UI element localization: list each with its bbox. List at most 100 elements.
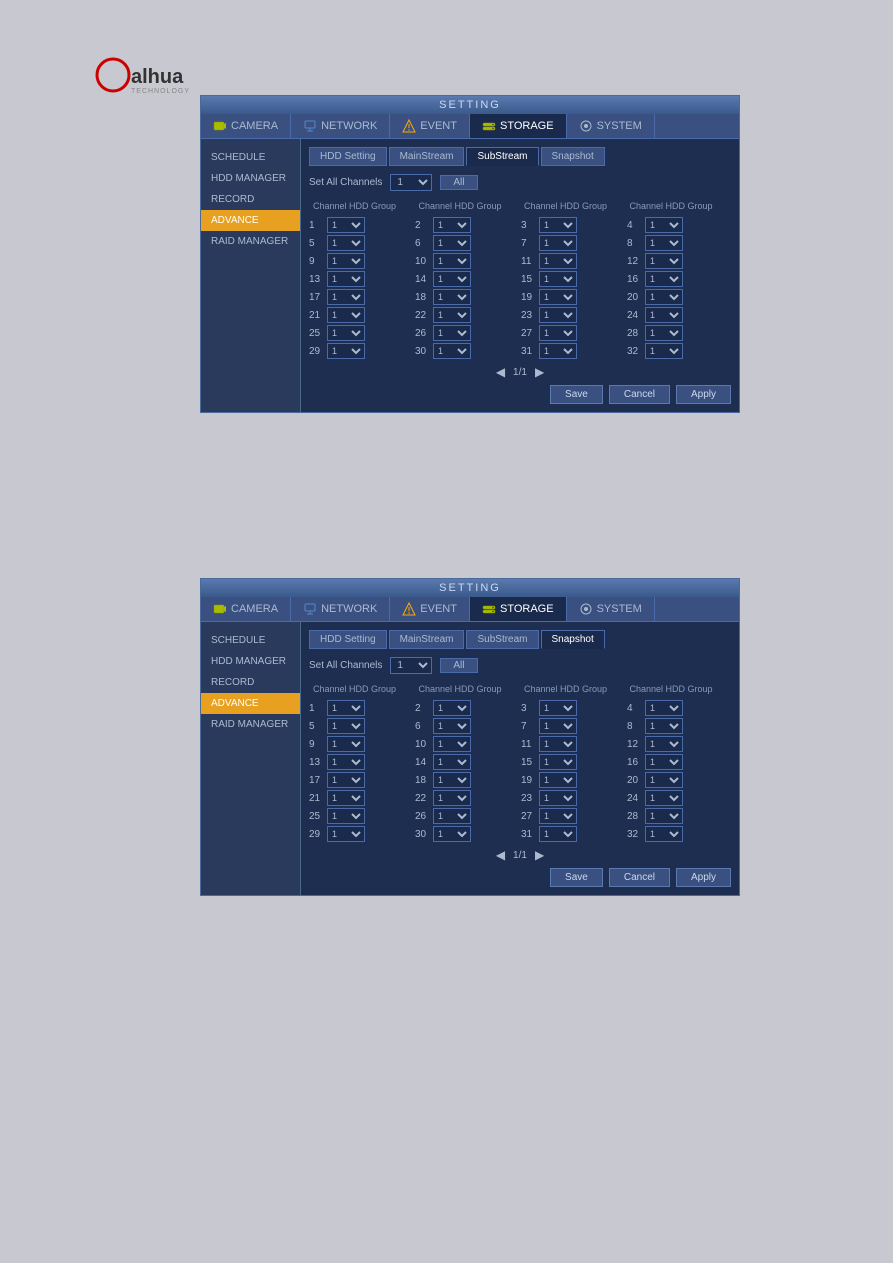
channel-select-4[interactable]: 1	[645, 217, 683, 233]
channel-select-29[interactable]: 1	[327, 826, 365, 842]
sidebar-advance-top[interactable]: ADVANCE	[201, 210, 300, 231]
tab-substream-bottom[interactable]: SubStream	[466, 630, 538, 649]
channel-select-19[interactable]: 1	[539, 289, 577, 305]
channel-select-29[interactable]: 1	[327, 343, 365, 359]
channel-select-17[interactable]: 1	[327, 772, 365, 788]
channel-select-24[interactable]: 1	[645, 790, 683, 806]
nav-camera-bottom[interactable]: CAMERA	[201, 597, 291, 621]
channel-select-23[interactable]: 1	[539, 307, 577, 323]
channel-select-32[interactable]: 1	[645, 826, 683, 842]
page-prev-top[interactable]: ◀	[496, 365, 505, 379]
channel-select-5[interactable]: 1	[327, 235, 365, 251]
channel-select-30[interactable]: 1	[433, 826, 471, 842]
channel-select-22[interactable]: 1	[433, 307, 471, 323]
channel-select-32[interactable]: 1	[645, 343, 683, 359]
nav-camera-top[interactable]: CAMERA	[201, 114, 291, 138]
channel-select-1[interactable]: 1	[327, 217, 365, 233]
cancel-btn-bottom[interactable]: Cancel	[609, 868, 670, 887]
channel-select-21[interactable]: 1	[327, 790, 365, 806]
page-next-bottom[interactable]: ▶	[535, 848, 544, 862]
channel-select-1[interactable]: 1	[327, 700, 365, 716]
channel-select-30[interactable]: 1	[433, 343, 471, 359]
nav-storage-bottom[interactable]: STORAGE	[470, 597, 567, 621]
all-btn-bottom[interactable]: All	[440, 658, 477, 673]
channel-select-12[interactable]: 1	[645, 736, 683, 752]
apply-btn-top[interactable]: Apply	[676, 385, 731, 404]
channel-select-7[interactable]: 1	[539, 235, 577, 251]
channel-select-3[interactable]: 1	[539, 700, 577, 716]
tab-snapshot-bottom[interactable]: Snapshot	[541, 630, 605, 649]
channel-select-3[interactable]: 1	[539, 217, 577, 233]
channel-select-22[interactable]: 1	[433, 790, 471, 806]
channel-select-11[interactable]: 1	[539, 253, 577, 269]
tab-hddsetting-bottom[interactable]: HDD Setting	[309, 630, 387, 649]
channel-select-28[interactable]: 1	[645, 325, 683, 341]
channel-select-20[interactable]: 1	[645, 289, 683, 305]
channel-select-15[interactable]: 1	[539, 754, 577, 770]
sidebar-schedule-bottom[interactable]: SCHEDULE	[201, 630, 300, 651]
channel-select-10[interactable]: 1	[433, 253, 471, 269]
channel-select-13[interactable]: 1	[327, 271, 365, 287]
nav-system-top[interactable]: SYSTEM	[567, 114, 655, 138]
channel-select-23[interactable]: 1	[539, 790, 577, 806]
save-btn-bottom[interactable]: Save	[550, 868, 603, 887]
channel-select-6[interactable]: 1	[433, 718, 471, 734]
nav-event-top[interactable]: EVENT	[390, 114, 470, 138]
sidebar-schedule-top[interactable]: SCHEDULE	[201, 147, 300, 168]
sidebar-advance-bottom[interactable]: ADVANCE	[201, 693, 300, 714]
channel-select-5[interactable]: 1	[327, 718, 365, 734]
channel-select-11[interactable]: 1	[539, 736, 577, 752]
channel-select-18[interactable]: 1	[433, 772, 471, 788]
tab-substream-top[interactable]: SubStream	[466, 147, 538, 166]
tab-hddsetting-top[interactable]: HDD Setting	[309, 147, 387, 166]
page-next-top[interactable]: ▶	[535, 365, 544, 379]
sidebar-record-bottom[interactable]: RECORD	[201, 672, 300, 693]
channel-select-15[interactable]: 1	[539, 271, 577, 287]
nav-network-bottom[interactable]: NETWORK	[291, 597, 390, 621]
apply-btn-bottom[interactable]: Apply	[676, 868, 731, 887]
sidebar-hddmanager-bottom[interactable]: HDD MANAGER	[201, 651, 300, 672]
channel-select-28[interactable]: 1	[645, 808, 683, 824]
sidebar-hddmanager-top[interactable]: HDD MANAGER	[201, 168, 300, 189]
channel-select-4[interactable]: 1	[645, 700, 683, 716]
channel-select-12[interactable]: 1	[645, 253, 683, 269]
channel-select-8[interactable]: 1	[645, 235, 683, 251]
set-all-select-top[interactable]: 12	[390, 174, 432, 191]
set-all-select-bottom[interactable]: 12	[390, 657, 432, 674]
channel-select-17[interactable]: 1	[327, 289, 365, 305]
nav-system-bottom[interactable]: SYSTEM	[567, 597, 655, 621]
tab-mainstream-top[interactable]: MainStream	[389, 147, 465, 166]
nav-event-bottom[interactable]: EVENT	[390, 597, 470, 621]
channel-select-31[interactable]: 1	[539, 343, 577, 359]
nav-network-top[interactable]: NETWORK	[291, 114, 390, 138]
channel-select-24[interactable]: 1	[645, 307, 683, 323]
channel-select-16[interactable]: 1	[645, 754, 683, 770]
channel-select-20[interactable]: 1	[645, 772, 683, 788]
sidebar-raidmanager-top[interactable]: RAID MANAGER	[201, 231, 300, 252]
channel-select-8[interactable]: 1	[645, 718, 683, 734]
all-btn-top[interactable]: All	[440, 175, 477, 190]
channel-select-26[interactable]: 1	[433, 325, 471, 341]
channel-select-25[interactable]: 1	[327, 325, 365, 341]
tab-mainstream-bottom[interactable]: MainStream	[389, 630, 465, 649]
nav-storage-top[interactable]: STORAGE	[470, 114, 567, 138]
channel-select-27[interactable]: 1	[539, 808, 577, 824]
sidebar-record-top[interactable]: RECORD	[201, 189, 300, 210]
channel-select-25[interactable]: 1	[327, 808, 365, 824]
channel-select-14[interactable]: 1	[433, 271, 471, 287]
channel-select-13[interactable]: 1	[327, 754, 365, 770]
channel-select-7[interactable]: 1	[539, 718, 577, 734]
channel-select-9[interactable]: 1	[327, 736, 365, 752]
sidebar-raidmanager-bottom[interactable]: RAID MANAGER	[201, 714, 300, 735]
channel-select-19[interactable]: 1	[539, 772, 577, 788]
channel-select-14[interactable]: 1	[433, 754, 471, 770]
channel-select-9[interactable]: 1	[327, 253, 365, 269]
cancel-btn-top[interactable]: Cancel	[609, 385, 670, 404]
channel-select-6[interactable]: 1	[433, 235, 471, 251]
channel-select-21[interactable]: 1	[327, 307, 365, 323]
channel-select-31[interactable]: 1	[539, 826, 577, 842]
channel-select-2[interactable]: 1	[433, 217, 471, 233]
channel-select-27[interactable]: 1	[539, 325, 577, 341]
channel-select-2[interactable]: 1	[433, 700, 471, 716]
channel-select-26[interactable]: 1	[433, 808, 471, 824]
